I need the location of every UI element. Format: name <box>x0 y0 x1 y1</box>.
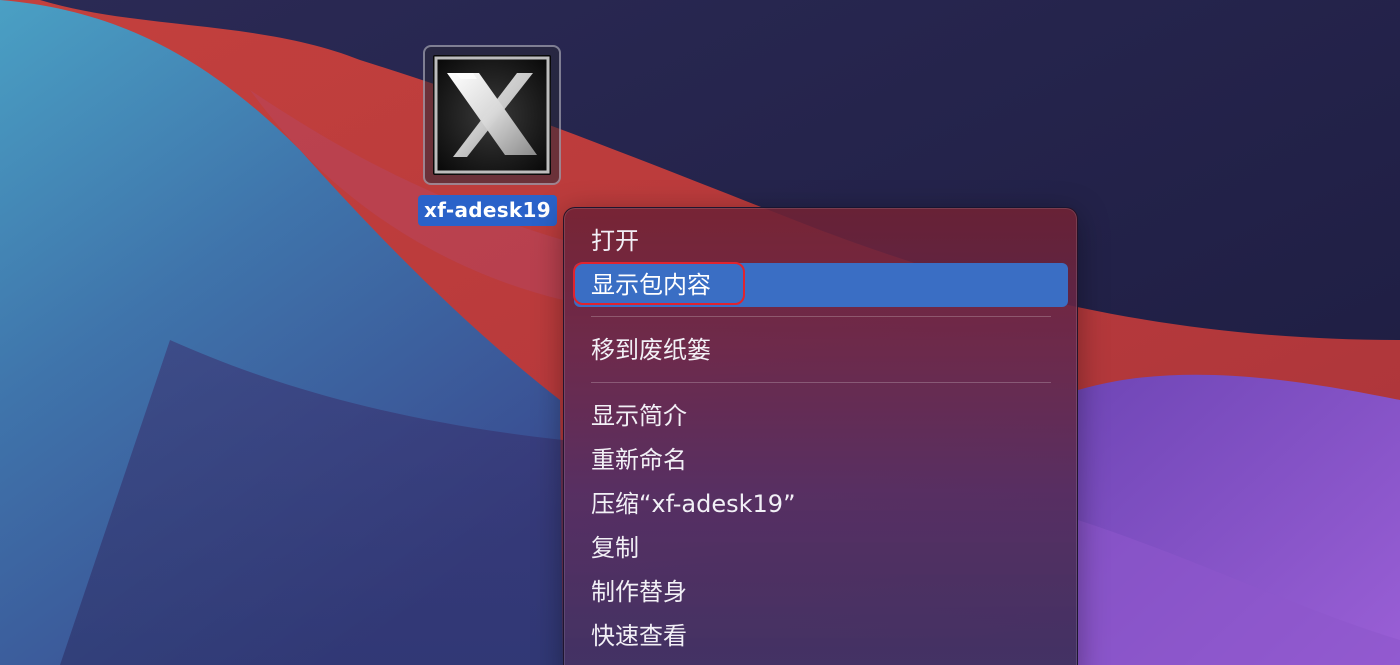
menu-item-move-to-trash[interactable]: 移到废纸篓 <box>574 328 1068 372</box>
x-app-icon <box>433 55 551 175</box>
menu-item-rename[interactable]: 重新命名 <box>574 438 1068 482</box>
menu-item-get-info[interactable]: 显示简介 <box>574 394 1068 438</box>
desktop: xf-adesk19 打开 显示包内容 移到废纸篓 显示简介 重新命名 压缩“x… <box>0 0 1400 665</box>
desktop-file-icon[interactable]: xf-adesk19 <box>418 45 568 230</box>
menu-item-make-alias[interactable]: 制作替身 <box>574 570 1068 614</box>
file-name-label[interactable]: xf-adesk19 <box>418 195 557 226</box>
menu-item-duplicate[interactable]: 复制 <box>574 526 1068 570</box>
menu-item-open[interactable]: 打开 <box>574 219 1068 263</box>
menu-separator <box>591 316 1051 317</box>
menu-item-compress[interactable]: 压缩“xf-adesk19” <box>574 482 1068 526</box>
annotation-highlight-ring <box>573 262 745 305</box>
menu-item-quick-look[interactable]: 快速查看 <box>574 614 1068 658</box>
icon-selection-frame <box>423 45 561 185</box>
menu-separator <box>591 382 1051 383</box>
